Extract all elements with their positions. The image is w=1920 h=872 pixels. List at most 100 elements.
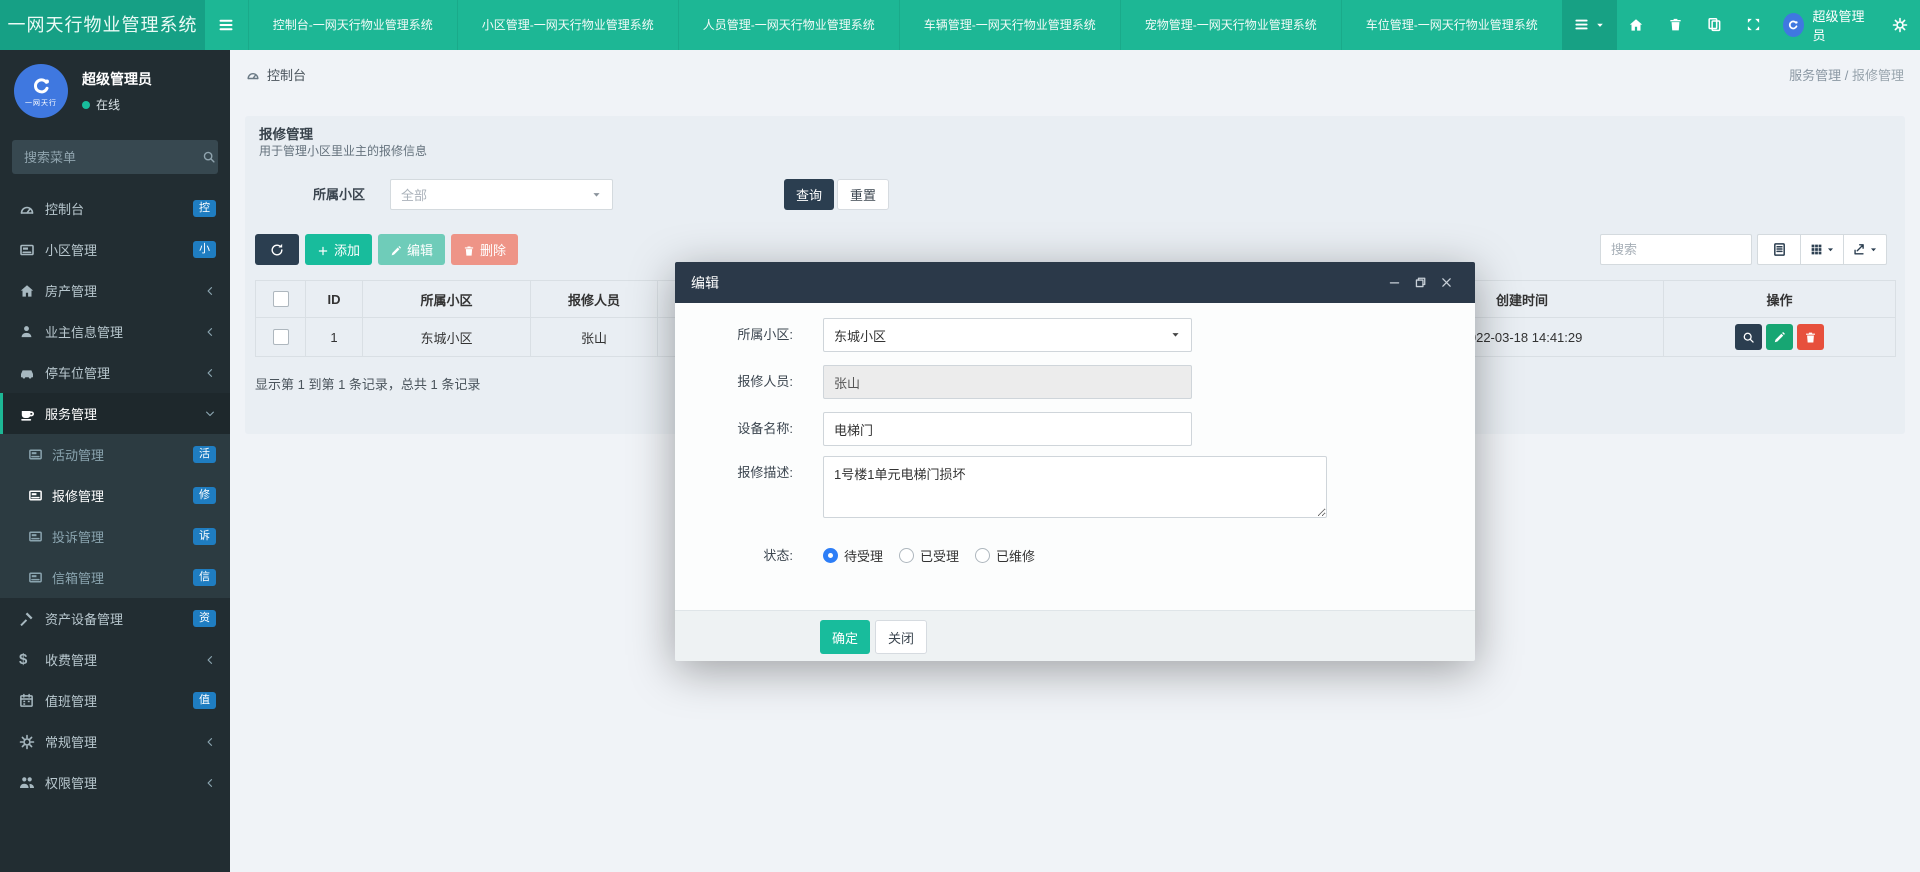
tab-personnel[interactable]: 人员管理-一网天行物业管理系统: [678, 0, 899, 50]
users-icon: [19, 775, 45, 791]
sidebar-user-status: 在线: [82, 96, 152, 113]
radio-accepted[interactable]: 已受理: [899, 546, 959, 565]
chevron-left-icon: [204, 653, 216, 667]
table-search-input[interactable]: [1600, 234, 1752, 265]
sidebar-item-console[interactable]: 控制台 控: [0, 188, 230, 229]
search-icon: [202, 148, 216, 166]
breadcrumb-console[interactable]: 控制台: [267, 65, 306, 84]
top-navbar: 一网天行物业管理系统 控制台-一网天行物业管理系统 小区管理-一网天行物业管理系…: [0, 0, 1920, 50]
sidebar-item-permissions[interactable]: 权限管理: [0, 762, 230, 803]
car-icon: [19, 365, 45, 381]
menu-icon: [218, 16, 234, 34]
sidebar-item-assets[interactable]: 资产设备管理 资: [0, 598, 230, 639]
chevron-left-icon: [204, 366, 216, 380]
trash-icon: [463, 242, 475, 257]
settings-button[interactable]: [1879, 0, 1920, 50]
calendar-icon: [19, 693, 45, 708]
maximize-button[interactable]: [1407, 270, 1433, 296]
sidebar-item-community[interactable]: 小区管理 小: [0, 229, 230, 270]
card-icon: [28, 488, 52, 503]
description-textarea[interactable]: 1号楼1单元电梯门损坏: [823, 456, 1327, 518]
sidebar-item-activity[interactable]: 活动管理 活: [0, 434, 230, 475]
tab-vehicle[interactable]: 车辆管理-一网天行物业管理系统: [899, 0, 1120, 50]
sidebar-item-mailbox[interactable]: 信箱管理 信: [0, 557, 230, 598]
community-filter-label: 所属小区: [313, 179, 365, 210]
reset-button[interactable]: 重置: [837, 179, 889, 210]
sidebar-item-service[interactable]: 服务管理: [0, 393, 230, 434]
sidebar-item-owner-info[interactable]: 业主信息管理: [0, 311, 230, 352]
radio-pending[interactable]: 待受理: [823, 546, 883, 565]
community-filter-select[interactable]: 全部: [390, 179, 613, 210]
edit-button[interactable]: 编辑: [378, 234, 445, 265]
reporter-field-label: 报修人员:: [675, 365, 793, 399]
clear-cache-button[interactable]: [1656, 0, 1695, 50]
row-edit-button[interactable]: [1766, 324, 1793, 350]
plus-icon: [317, 242, 329, 257]
confirm-button[interactable]: 确定: [820, 620, 870, 654]
service-submenu: 活动管理 活 报修管理 修 投诉管理 诉 信箱管理 信: [0, 434, 230, 598]
cell-reporter: 张山: [531, 318, 658, 357]
fullscreen-button[interactable]: [1734, 0, 1773, 50]
chevron-left-icon: [204, 776, 216, 790]
page-subtitle: 用于管理小区里业主的报修信息: [259, 142, 427, 159]
row-view-button[interactable]: [1735, 324, 1762, 350]
caret-down-icon: [1595, 16, 1605, 34]
col-reporter: 报修人员: [531, 281, 658, 318]
cell-actions: [1664, 318, 1896, 357]
user-menu[interactable]: 超级管理员: [1773, 6, 1880, 44]
refresh-pages-button[interactable]: [1695, 0, 1734, 50]
dollar-icon: $: [19, 651, 45, 668]
sidebar-item-complaint[interactable]: 投诉管理 诉: [0, 516, 230, 557]
add-button[interactable]: 添加: [305, 234, 372, 265]
dialog-titlebar[interactable]: 编辑: [675, 262, 1475, 303]
breadcrumb: 控制台 服务管理 / 报修管理: [230, 50, 1920, 98]
delete-button[interactable]: 删除: [451, 234, 518, 265]
menu-badge: 值: [193, 692, 216, 709]
pencil-icon: [1773, 330, 1786, 345]
detail-view-button[interactable]: [1757, 234, 1801, 265]
menu-badge: 修: [193, 487, 216, 504]
close-button[interactable]: [1433, 270, 1459, 296]
sidebar-item-general[interactable]: 常规管理: [0, 721, 230, 762]
description-field-label: 报修描述:: [675, 456, 793, 490]
menu-search-input[interactable]: [22, 149, 202, 166]
coffee-icon: [19, 406, 45, 422]
sidebar-item-repair[interactable]: 报修管理 修: [0, 475, 230, 516]
sidebar-toggle-button[interactable]: [205, 0, 248, 50]
chevron-left-icon: [204, 735, 216, 749]
sidebar-item-duty[interactable]: 值班管理 值: [0, 680, 230, 721]
menu-badge: 信: [193, 569, 216, 586]
home-icon: [19, 283, 45, 299]
device-input[interactable]: [823, 412, 1192, 446]
menu-badge: 资: [193, 610, 216, 627]
sidebar: 一网天行 超级管理员 在线 控制台 控 小区管理 小 房产管理: [0, 50, 230, 872]
row-delete-button[interactable]: [1797, 324, 1824, 350]
tab-parking[interactable]: 车位管理-一网天行物业管理系统: [1341, 0, 1562, 50]
tab-community[interactable]: 小区管理-一网天行物业管理系统: [457, 0, 678, 50]
query-button[interactable]: 查询: [784, 179, 834, 210]
navbar-right: 超级管理员: [1562, 0, 1920, 50]
minimize-button[interactable]: [1381, 270, 1407, 296]
export-icon: [1852, 241, 1866, 259]
row-checkbox[interactable]: [273, 329, 289, 345]
select-all-checkbox[interactable]: [273, 291, 289, 307]
radio-repaired[interactable]: 已维修: [975, 546, 1035, 565]
export-button[interactable]: [1843, 234, 1887, 265]
tab-console[interactable]: 控制台-一网天行物业管理系统: [248, 0, 457, 50]
sidebar-item-fees[interactable]: $ 收费管理: [0, 639, 230, 680]
breadcrumb-parent: 服务管理: [1789, 68, 1841, 83]
col-actions: 操作: [1664, 281, 1896, 318]
sidebar-item-parking[interactable]: 停车位管理: [0, 352, 230, 393]
reporter-input: [823, 365, 1192, 399]
tachometer-icon: [246, 66, 260, 82]
close-dialog-button[interactable]: 关闭: [875, 620, 927, 654]
caret-down-icon: [1170, 326, 1181, 344]
columns-button[interactable]: [1800, 234, 1844, 265]
refresh-button[interactable]: [255, 234, 299, 265]
community-select[interactable]: 东城小区: [823, 318, 1192, 352]
sidebar-item-property[interactable]: 房产管理: [0, 270, 230, 311]
tab-pet[interactable]: 宠物管理-一网天行物业管理系统: [1120, 0, 1341, 50]
record-summary: 显示第 1 到第 1 条记录，总共 1 条记录: [255, 374, 480, 393]
tabs-dropdown-button[interactable]: [1562, 0, 1617, 50]
home-button[interactable]: [1617, 0, 1656, 50]
